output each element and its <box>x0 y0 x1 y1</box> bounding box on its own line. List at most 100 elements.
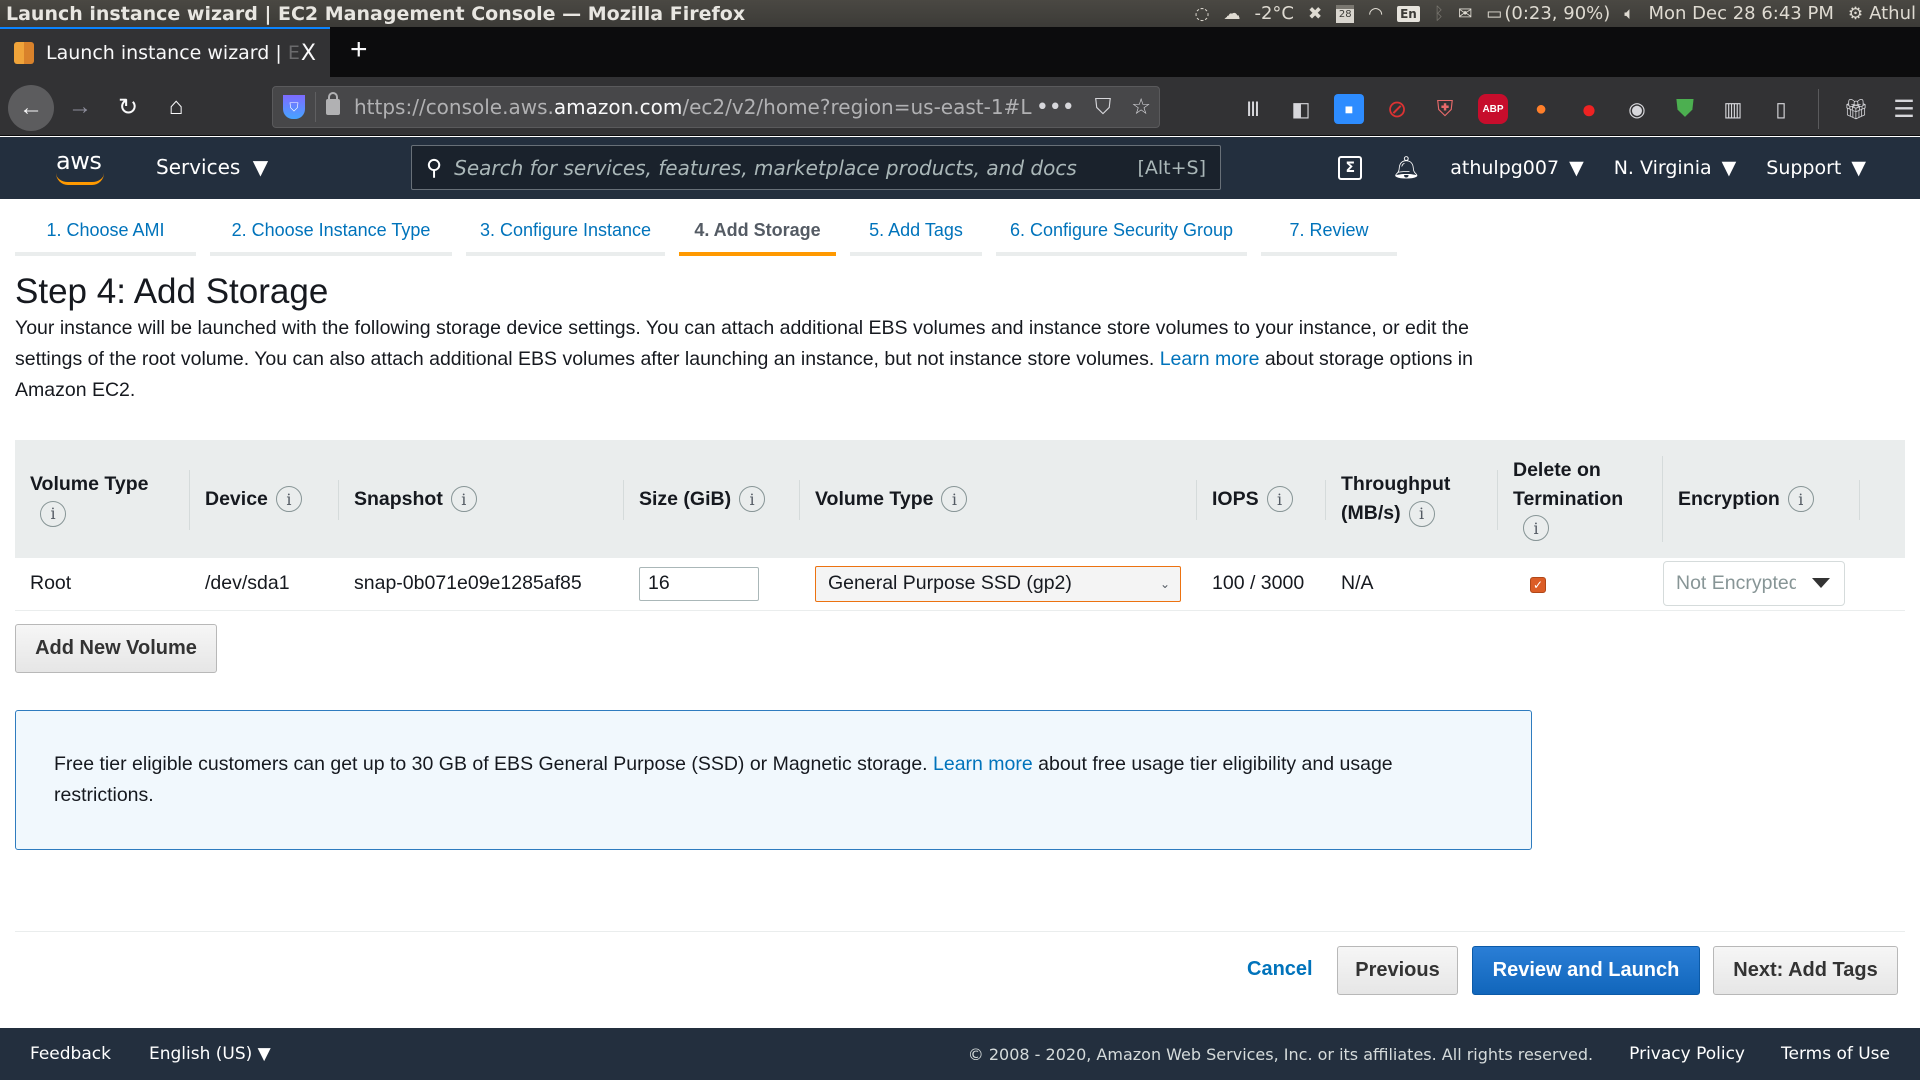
reload-icon: ↻ <box>117 93 139 121</box>
weather-temp[interactable]: -2°C <box>1254 3 1294 24</box>
previous-button[interactable]: Previous <box>1337 946 1458 995</box>
bluetooth-icon[interactable]: ᛒ <box>1434 4 1444 24</box>
support-menu[interactable]: Support ▼ <box>1766 157 1866 179</box>
info-icon[interactable]: i <box>1408 500 1435 527</box>
info-icon[interactable]: i <box>1787 486 1814 513</box>
battery-icon[interactable]: ▭ <box>1486 4 1502 24</box>
privacy-policy-link[interactable]: Privacy Policy <box>1629 1044 1745 1064</box>
services-menu[interactable]: Services ▼ <box>156 155 268 179</box>
power-settings-icon[interactable]: ⚙ <box>1848 4 1863 24</box>
aws-smile-icon <box>56 173 104 185</box>
reload-button[interactable]: ↻ <box>108 87 148 127</box>
close-tab-icon[interactable]: X <box>301 41 316 66</box>
cancel-link[interactable]: Cancel <box>1247 958 1313 981</box>
library-icon[interactable]: Ⅲ <box>1238 94 1268 124</box>
os-top-bar: Launch instance wizard | EC2 Management … <box>0 0 1920 27</box>
account-icon[interactable]: ◉ <box>1622 94 1652 124</box>
console-search[interactable]: ⚲ [Alt+S] <box>411 145 1221 190</box>
volume-icon[interactable]: 🔈︎ <box>1624 4 1634 24</box>
tab-choose-instance-type[interactable]: 2. Choose Instance Type <box>210 208 452 256</box>
info-icon[interactable]: i <box>40 500 66 527</box>
back-button[interactable]: ← <box>8 85 54 131</box>
intro-text: Your instance will be launched with the … <box>15 317 1473 401</box>
browser-tab[interactable]: Launch instance wizard | E X <box>0 27 330 77</box>
info-icon[interactable]: i <box>1523 515 1549 542</box>
size-input[interactable] <box>639 566 759 601</box>
review-and-launch-button[interactable]: Review and Launch <box>1472 946 1700 995</box>
cloudshell-icon[interactable]: Σ <box>1338 156 1363 180</box>
window-title: Launch instance wizard | EC2 Management … <box>6 2 746 25</box>
adguard-icon[interactable]: ⛊ <box>1670 94 1700 124</box>
info-icon[interactable]: i <box>739 486 766 513</box>
terms-of-use-link[interactable]: Terms of Use <box>1781 1044 1890 1064</box>
cell-delete-on-termination: ✓ <box>1498 558 1663 610</box>
dropbox-icon[interactable]: ✖ <box>1308 4 1322 24</box>
home-button[interactable]: ⌂ <box>156 87 196 127</box>
calendar-icon[interactable]: 28 <box>1336 4 1355 23</box>
os-user-name[interactable]: Athul <box>1869 3 1916 24</box>
tab-add-tags[interactable]: 5. Add Tags <box>850 208 982 256</box>
console-search-input[interactable] <box>454 155 1095 180</box>
clock[interactable]: Mon Dec 28 6:43 PM <box>1648 3 1833 24</box>
tab-choose-ami[interactable]: 1. Choose AMI <box>15 208 196 256</box>
browser-toolbar: ← → ↻ ⌂ ⛉ https://console.aws.amazon.com… <box>0 77 1920 136</box>
col-size: Size (GiB) i <box>624 440 800 558</box>
volume-type-select[interactable]: General Purpose SSD (gp2) ⌄ <box>815 565 1181 602</box>
wifi-icon[interactable]: ◠ <box>1368 4 1383 24</box>
arrow-left-icon: ← <box>19 94 43 121</box>
url-bar[interactable]: ⛉ https://console.aws.amazon.com/ec2/v2/… <box>272 86 1160 128</box>
menu-icon[interactable]: ☰ <box>1889 94 1919 124</box>
table-header-row: Volume Type i Device i Snapshot i Size (GiB… <box>15 440 1905 558</box>
pocket-icon[interactable]: ⛉ <box>1095 95 1112 120</box>
keyboard-layout-indicator[interactable]: En <box>1397 5 1420 22</box>
region-menu[interactable]: N. Virginia ▼ <box>1614 157 1737 179</box>
shield-icon[interactable]: ⛨ <box>1430 94 1460 124</box>
tab-review[interactable]: 7. Review <box>1261 208 1397 256</box>
info-icon[interactable]: i <box>941 486 968 513</box>
info-icon[interactable]: i <box>275 486 302 513</box>
col-volume-type: Volume Type i <box>15 440 190 558</box>
info-icon[interactable]: i <box>1266 486 1293 513</box>
tab-configure-security-group[interactable]: 6. Configure Security Group <box>996 208 1247 256</box>
add-new-volume-button[interactable]: Add New Volume <box>15 624 217 673</box>
info-icon[interactable]: i <box>450 486 477 513</box>
tab-add-storage[interactable]: 4. Add Storage <box>679 208 836 256</box>
storage-table: Volume Type i Device i Snapshot i Size (GiB… <box>15 440 1905 611</box>
adblock-plus-icon[interactable]: ABP <box>1478 94 1508 124</box>
url-text[interactable]: https://console.aws.amazon.com/ec2/v2/ho… <box>354 95 1034 119</box>
reader-icon[interactable]: ▯ <box>1766 94 1796 124</box>
url-separator <box>315 92 316 122</box>
gift-icon[interactable]: 🎁︎ <box>1841 94 1871 124</box>
blocker-icon[interactable]: ⊘ <box>1382 94 1412 124</box>
mail-icon[interactable]: ✉ <box>1458 4 1472 24</box>
search-icon: ⚲ <box>426 154 443 180</box>
next-add-tags-button[interactable]: Next: Add Tags <box>1713 946 1898 995</box>
zoom-icon[interactable]: ■ <box>1334 94 1364 124</box>
notifications-bell-icon[interactable]: 🔔︎ <box>1392 156 1420 181</box>
aws-logo[interactable]: aws <box>54 147 108 187</box>
new-tab-button[interactable]: + <box>350 33 368 67</box>
tracking-protection-icon[interactable]: ⛉ <box>283 95 305 119</box>
lock-icon[interactable] <box>326 92 340 115</box>
forward-button[interactable]: → <box>60 87 100 127</box>
bulb-icon[interactable]: ◌ <box>1195 4 1210 24</box>
fence-icon[interactable]: ▥ <box>1718 94 1748 124</box>
bookmark-star-icon[interactable]: ☆ <box>1131 95 1151 120</box>
tomato-icon[interactable]: ● <box>1574 94 1604 124</box>
sidebar-icon[interactable]: ◧ <box>1286 94 1316 124</box>
account-menu[interactable]: athulpg007 ▼ <box>1450 157 1583 179</box>
learn-more-storage-link[interactable]: Learn more <box>1160 348 1260 370</box>
delete-on-termination-checkbox[interactable]: ✓ <box>1530 577 1546 594</box>
cell-volume-type: Root <box>30 572 72 595</box>
encryption-select[interactable]: Not Encrypted <box>1663 561 1845 607</box>
battery-status[interactable]: (0:23, 90%) <box>1504 3 1610 24</box>
tab-configure-instance[interactable]: 3. Configure Instance <box>466 208 665 256</box>
learn-more-free-tier-link[interactable]: Learn more <box>933 753 1033 775</box>
toggle-icon[interactable]: ● <box>1526 94 1556 124</box>
cell-iops: 100 / 3000 <box>1212 572 1305 595</box>
caret-down-icon: ▼ <box>1721 157 1737 179</box>
page-actions-icon[interactable]: ••• <box>1036 95 1075 120</box>
feedback-link[interactable]: Feedback <box>30 1044 111 1064</box>
weather-icon[interactable]: ☁ <box>1223 4 1240 24</box>
language-selector[interactable]: English (US) ▼ <box>149 1044 271 1064</box>
